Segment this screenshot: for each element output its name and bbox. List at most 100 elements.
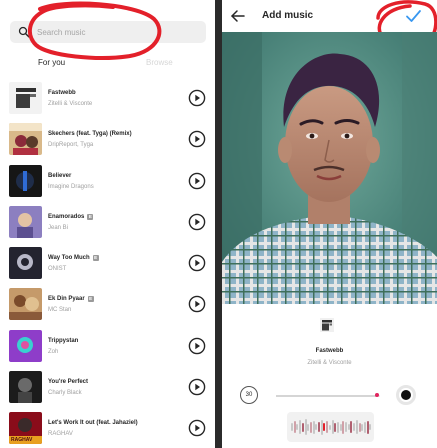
waveform-bar <box>331 420 334 434</box>
track-title: Skechers (feat. Tyga) (Remix) <box>48 131 132 137</box>
track-title: Ek Din Pyaar E <box>48 296 94 302</box>
play-icon[interactable] <box>188 337 206 355</box>
search-icon <box>18 26 30 38</box>
explicit-badge: E <box>87 296 94 302</box>
track-row[interactable]: Trippystan Zoh <box>0 328 215 364</box>
play-icon[interactable] <box>188 213 206 231</box>
add-music-screen: Add music Fastwebb Zitelli & Visconte 30 <box>222 0 437 448</box>
track-artist: DripReport, Tyga <box>48 142 94 148</box>
play-icon[interactable] <box>188 295 206 313</box>
selected-album-art <box>320 318 334 332</box>
album-art <box>9 123 42 155</box>
video-preview <box>222 32 437 304</box>
waveform-bar <box>361 423 364 431</box>
music-progress-track[interactable] <box>276 395 380 397</box>
audio-waveform-scrubber[interactable] <box>287 412 374 442</box>
track-row[interactable]: Enamorados E Jean Bi <box>0 204 215 240</box>
waveform-bar <box>323 423 326 431</box>
waveform-bar <box>339 423 342 431</box>
waveform-bar <box>299 420 302 434</box>
waveform-bar <box>350 421 353 433</box>
waveform-bar <box>320 419 323 435</box>
play-icon[interactable] <box>188 378 206 396</box>
waveform-bar <box>358 422 361 432</box>
waveform-bar <box>309 421 312 433</box>
waveform-bar <box>291 423 293 431</box>
track-row[interactable]: Fastwebb Zitelli & Visconte <box>0 80 215 116</box>
album-art <box>9 288 42 320</box>
track-row[interactable]: Ek Din Pyaar E MC Stan <box>0 286 215 322</box>
waveform-bar <box>336 421 339 433</box>
waveform-bar <box>342 420 345 434</box>
album-art-text: RAGHAV <box>11 437 33 443</box>
track-row[interactable]: Skechers (feat. Tyga) (Remix) DripReport… <box>0 121 215 157</box>
music-search-screen: For you Browse Fastwebb Zitelli & Viscon… <box>0 0 215 448</box>
search-bar[interactable] <box>10 21 206 43</box>
waveform-bar <box>366 420 369 434</box>
waveform-bar <box>296 424 299 430</box>
explicit-badge: E <box>87 214 94 220</box>
waveform-bar <box>347 424 350 430</box>
duration-button[interactable]: 30 <box>240 386 258 404</box>
track-row[interactable]: RAGHAV Let's Work It out (feat. Jahaziel… <box>0 410 215 446</box>
waveform-bar <box>369 424 372 430</box>
play-icon[interactable] <box>188 254 206 272</box>
track-title: Fastwebb <box>48 90 76 96</box>
track-title: Trippystan <box>48 338 79 344</box>
track-artist: RAGHAV <box>48 431 73 437</box>
music-tabs: For you Browse <box>0 56 215 72</box>
track-artist: Jean Bi <box>48 225 69 231</box>
play-icon[interactable] <box>188 172 206 190</box>
track-artist: Imagine Dragons <box>48 184 94 190</box>
track-artist: ONIST <box>48 266 67 272</box>
track-title: Enamorados E <box>48 214 94 220</box>
album-art: RAGHAV <box>9 412 42 444</box>
record-button[interactable] <box>396 385 416 405</box>
album-art <box>9 371 42 403</box>
waveform-bar <box>312 420 315 434</box>
waveform-bar <box>315 424 318 430</box>
waveform-bar <box>318 422 320 432</box>
waveform-bar <box>307 423 310 431</box>
track-title: Let's Work It out (feat. Jahaziel) <box>48 420 138 426</box>
top-bar: Add music <box>222 0 437 32</box>
album-art <box>9 165 42 197</box>
album-art <box>9 82 42 114</box>
waveform-bar <box>345 422 347 432</box>
tab-for-you[interactable]: For you <box>38 58 65 67</box>
play-icon[interactable] <box>188 130 206 148</box>
music-progress-fill <box>276 395 376 397</box>
waveform-bar <box>353 423 356 431</box>
play-icon[interactable] <box>188 419 206 437</box>
album-art <box>9 206 42 238</box>
track-row[interactable]: Believer Imagine Dragons <box>0 163 215 199</box>
waveform-bar <box>334 422 337 432</box>
selected-track-title: Fastwebb <box>315 348 344 354</box>
page-title: Add music <box>262 10 314 21</box>
waveform-bar <box>355 420 358 434</box>
waveform-bar <box>328 424 331 430</box>
album-art <box>9 247 42 279</box>
record-button-inner <box>401 390 411 400</box>
waveform-bar <box>326 421 329 433</box>
track-title: You're Perfect <box>48 379 88 385</box>
waveform-bar <box>363 421 366 433</box>
waveform-bar <box>301 422 304 432</box>
track-artist: Zoh <box>48 349 59 355</box>
track-artist: MC Stan <box>48 307 72 313</box>
selected-track-artist: Zitelli & Visconte <box>307 360 352 366</box>
play-icon[interactable] <box>188 89 206 107</box>
track-artist: Charly Black <box>48 390 82 396</box>
search-input[interactable] <box>37 23 197 41</box>
track-title: Believer <box>48 173 72 179</box>
album-art <box>9 330 42 362</box>
track-artist: Zitelli & Visconte <box>48 101 93 107</box>
waveform-bar <box>304 419 307 435</box>
track-title: Way Too Much E <box>48 255 99 261</box>
back-arrow-icon[interactable] <box>230 8 246 24</box>
checkmark-icon[interactable] <box>405 8 422 24</box>
track-row[interactable]: You're Perfect Charly Black <box>0 369 215 405</box>
track-row[interactable]: Way Too Much E ONIST <box>0 245 215 281</box>
tab-browse[interactable]: Browse <box>146 58 173 67</box>
playhead-marker <box>375 393 379 397</box>
